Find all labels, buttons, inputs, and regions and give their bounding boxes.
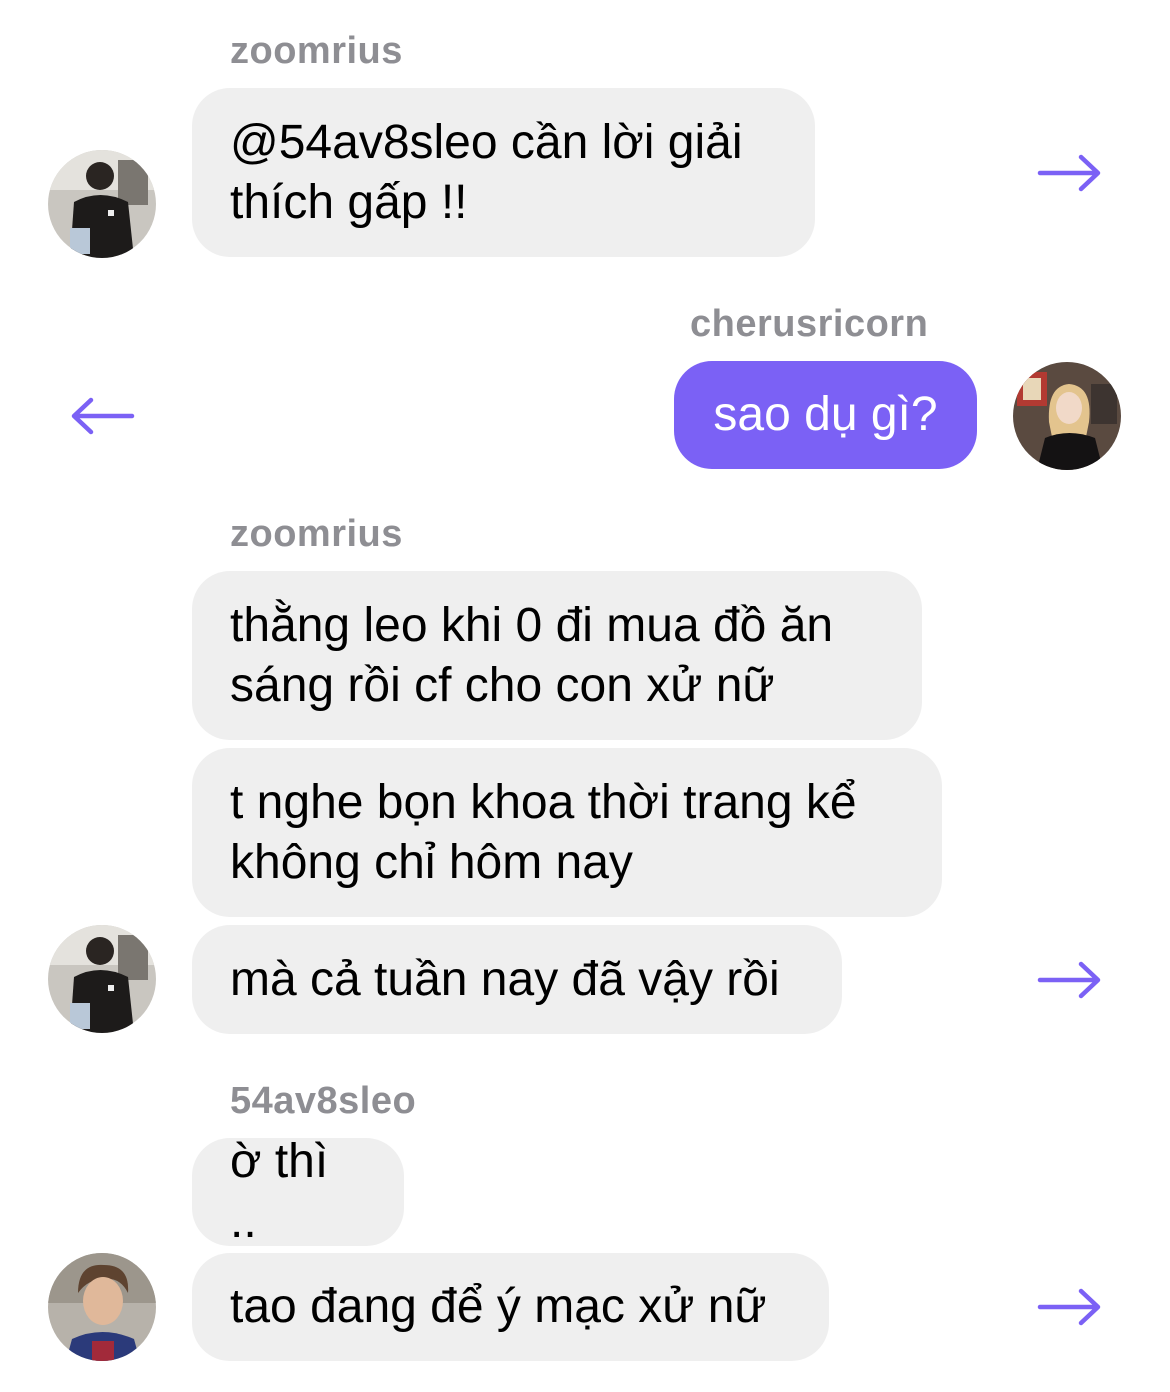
arrow-right-icon[interactable]: [1037, 153, 1103, 193]
message-text: ờ thì ..: [230, 1135, 329, 1248]
message-bubble[interactable]: t nghe bọn khoa thời trang kể không chỉ …: [192, 748, 942, 917]
avatar-cherusricorn[interactable]: [1013, 362, 1121, 470]
sender-name: 54av8sleo: [230, 1080, 417, 1122]
arrow-right-icon[interactable]: [1037, 1287, 1103, 1327]
sender-name: cherusricorn: [690, 303, 929, 345]
avatar-zoomrius[interactable]: [48, 925, 156, 1033]
message-bubble[interactable]: thằng leo khi 0 đi mua đồ ăn sáng rồi cf…: [192, 571, 922, 740]
avatar-54av8sleo[interactable]: [48, 1253, 156, 1361]
message-bubble[interactable]: tao đang để ý mạc xử nữ: [192, 1253, 829, 1361]
message-bubble-outgoing[interactable]: sao dụ gì?: [674, 361, 977, 469]
message-bubble[interactable]: ờ thì ..: [192, 1135, 404, 1248]
sender-name: zoomrius: [230, 30, 403, 72]
message-text: t nghe bọn khoa thời trang kể không chỉ …: [230, 775, 857, 889]
message-bubble[interactable]: @54av8sleo cần lời giải thích gấp !!: [192, 88, 815, 257]
message-text: tao đang để ý mạc xử nữ: [230, 1280, 767, 1333]
message-text: thằng leo khi 0 đi mua đồ ăn sáng rồi cf…: [230, 598, 834, 712]
arrow-right-icon[interactable]: [1037, 960, 1103, 1000]
message-bubble[interactable]: mà cả tuần nay đã vậy rồi: [192, 925, 842, 1034]
avatar-zoomrius[interactable]: [48, 150, 156, 258]
sender-name: zoomrius: [230, 513, 403, 555]
message-text: sao dụ gì?: [713, 388, 938, 441]
message-text: @54av8sleo cần lời giải thích gấp !!: [230, 115, 743, 229]
arrow-left-icon[interactable]: [69, 396, 135, 436]
message-text: mà cả tuần nay đã vậy rồi: [230, 952, 780, 1006]
